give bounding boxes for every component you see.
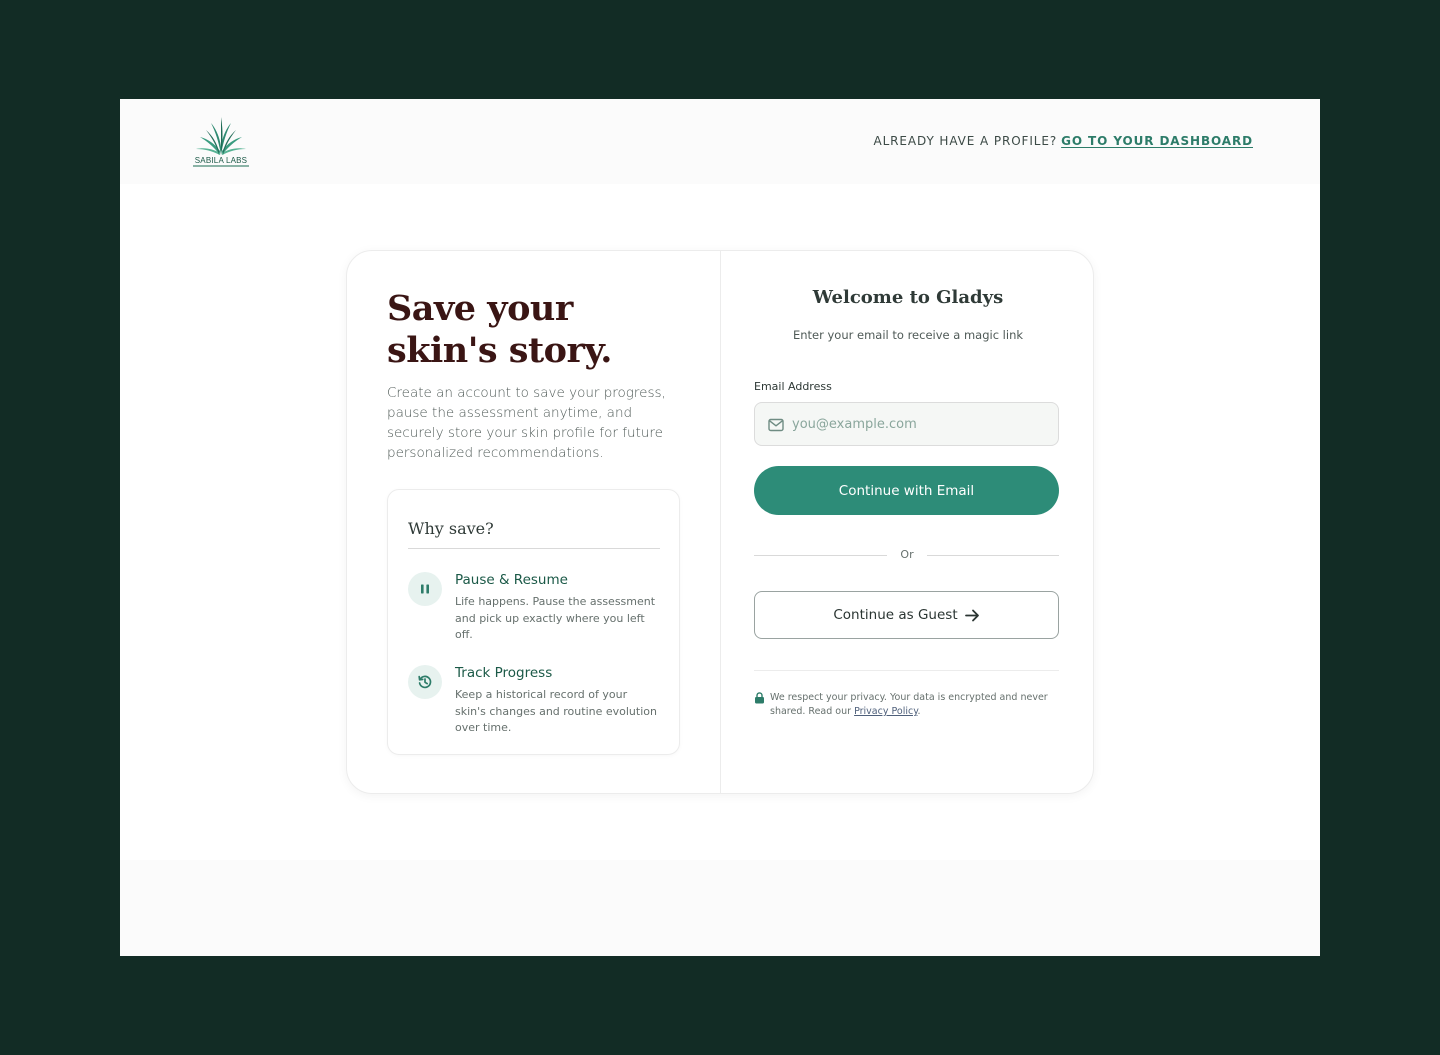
feature-title: Pause & Resume bbox=[455, 572, 568, 588]
why-save-divider bbox=[408, 548, 660, 549]
arrow-right-icon bbox=[964, 609, 979, 621]
brand-logo[interactable]: SABILA LABS bbox=[192, 115, 250, 171]
why-save-title: Why save? bbox=[408, 519, 494, 538]
feature-description: Keep a historical record of your skin's … bbox=[455, 688, 657, 734]
top-bar: SABILA LABS ALREADY HAVE A PROFILE? GO TO… bbox=[120, 99, 1320, 184]
brand-tagline-mark bbox=[193, 165, 249, 167]
history-icon bbox=[408, 665, 442, 699]
continue-email-button[interactable]: Continue with Email bbox=[754, 466, 1059, 515]
feature-description: Life happens. Pause the assessment and p… bbox=[455, 595, 656, 641]
page-frame: SABILA LABS ALREADY HAVE A PROFILE? GO TO… bbox=[120, 99, 1320, 956]
mail-icon bbox=[768, 418, 784, 432]
page-title: Save your skin's story. bbox=[387, 288, 612, 371]
brand-name: SABILA LABS bbox=[194, 156, 248, 165]
info-panel: Save your skin's story. Create an accoun… bbox=[347, 251, 720, 793]
why-save-box: Why save? Pause & Resume Life happens. P… bbox=[387, 489, 680, 755]
pause-icon bbox=[408, 572, 442, 606]
header-nav: ALREADY HAVE A PROFILE? GO TO YOUR DASHBO… bbox=[873, 134, 1253, 148]
privacy-note: We respect your privacy. Your data is en… bbox=[754, 691, 1059, 719]
guest-button-label: Continue as Guest bbox=[833, 607, 958, 623]
dashboard-link[interactable]: GO TO YOUR DASHBOARD bbox=[1061, 134, 1253, 148]
aloe-icon bbox=[196, 117, 246, 155]
email-field[interactable] bbox=[754, 402, 1059, 446]
auth-card: Save your skin's story. Create an accoun… bbox=[346, 250, 1094, 794]
intro-text: Create an account to save your progress,… bbox=[387, 385, 666, 461]
email-label: Email Address bbox=[754, 380, 832, 393]
email-input[interactable] bbox=[792, 403, 1052, 445]
privacy-divider bbox=[754, 670, 1059, 671]
privacy-period: . bbox=[917, 706, 921, 717]
feature-title: Track Progress bbox=[455, 665, 553, 681]
profile-prompt: ALREADY HAVE A PROFILE? bbox=[873, 134, 1058, 148]
welcome-title: Welcome to Gladys bbox=[812, 287, 1004, 308]
welcome-subtitle: Enter your email to receive a magic link bbox=[792, 328, 1024, 342]
continue-guest-button[interactable]: Continue as Guest bbox=[754, 591, 1059, 639]
or-divider-right bbox=[927, 555, 1059, 556]
lock-icon bbox=[755, 692, 764, 704]
privacy-policy-link[interactable]: Privacy Policy bbox=[854, 706, 917, 717]
login-panel: Welcome to Gladys Enter your email to re… bbox=[721, 251, 1093, 793]
footer-band bbox=[120, 860, 1320, 956]
